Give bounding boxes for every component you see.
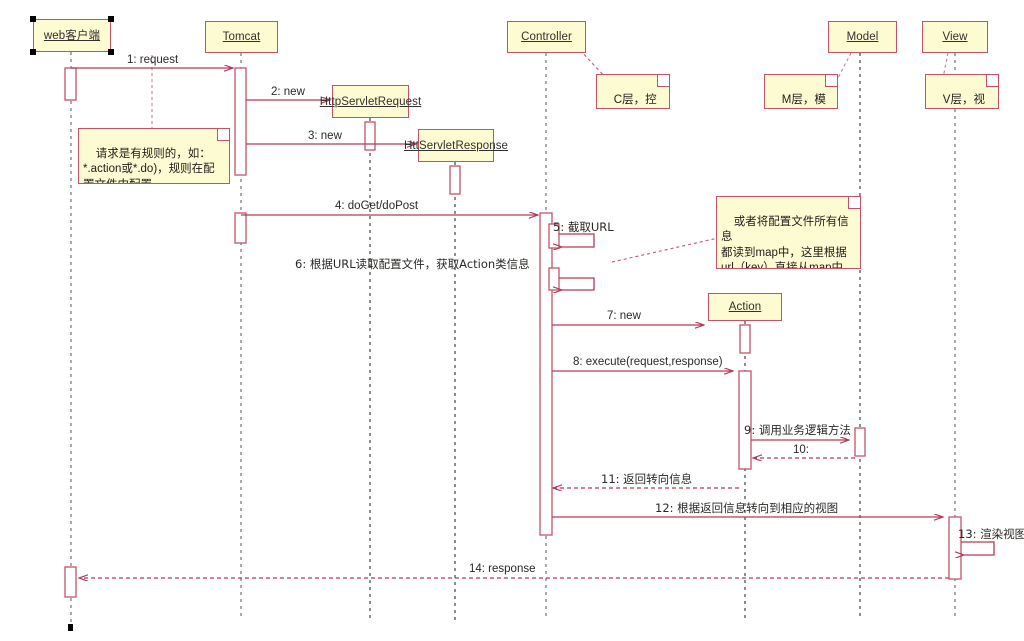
activation-action-2	[738, 370, 752, 470]
activation-client-1	[64, 67, 77, 101]
activation-response-1	[449, 165, 461, 195]
lifeline-head-response[interactable]: HttServletResponse	[404, 129, 508, 162]
message-label-2: 2: new	[271, 86, 305, 98]
lifeline-label-response: HttServletResponse	[403, 139, 509, 152]
message-label-6: 6: 根据URL读取配置文件，获取Action类信息	[295, 257, 530, 271]
message-label-4: 4: doGet/doPost	[335, 200, 419, 212]
lifeline-head-tomcat[interactable]: Tomcat	[205, 21, 278, 53]
message-label-7: 7: new	[607, 310, 641, 322]
note-controller-layer-text: C层，控制 层	[613, 93, 657, 106]
selection-handle-ne[interactable]	[108, 16, 114, 22]
arrow-13-self	[961, 541, 995, 555]
note-model-layer: M层，模型 层	[764, 74, 838, 109]
message-label-11: 11: 返回转向信息	[601, 472, 693, 486]
activation-tomcat-2	[234, 212, 247, 244]
activation-request-1	[364, 121, 376, 151]
lifeline-label-action: Action	[728, 301, 762, 313]
note-map-lookup-text: 或者将配置文件所有信息 都读到map中，这里根据 url（key）直接从map中…	[721, 215, 849, 269]
note-request-rule: 请求是有规则的，如： *.action或*.do)，规则在配 置文件中配置	[78, 128, 230, 184]
diagram-vector-layer	[64, 49, 995, 628]
note-connector-map	[611, 237, 719, 263]
lifeline-label-controller: Controller	[521, 31, 572, 43]
note-view-layer: V层，视图 层	[925, 74, 999, 109]
lifeline-label-request: HttpServletRequest	[319, 95, 422, 108]
lifeline-label-view: View	[942, 31, 968, 43]
lifeline-head-model[interactable]: Model	[828, 21, 897, 53]
lifeline-label-tomcat: Tomcat	[222, 31, 261, 43]
lifeline-head-controller[interactable]: Controller	[507, 21, 586, 53]
lifeline-label-client: web客户端	[43, 29, 101, 42]
activation-client-2	[64, 566, 77, 598]
lifeline-head-request[interactable]: HttpServletRequest	[320, 85, 421, 118]
note-request-rule-text: 请求是有规则的，如： *.action或*.do)，规则在配 置文件中配置	[83, 147, 215, 184]
note-model-layer-text: M层，模型 层	[781, 93, 826, 106]
activation-action-1	[739, 324, 751, 354]
activation-controller-1	[539, 212, 553, 536]
message-label-5: 5: 截取URL	[553, 220, 614, 234]
selection-handle-se[interactable]	[108, 49, 114, 55]
lifeline-label-model: Model	[846, 31, 879, 43]
message-label-8: 8: execute(request,response)	[573, 356, 723, 368]
selection-handle-sw[interactable]	[30, 49, 36, 55]
arrow-5-self	[559, 233, 595, 247]
sequence-diagram-canvas: web客户端 Tomcat HttpServletRequest HttServ…	[0, 0, 1024, 641]
message-label-12: 12: 根据返回信息转向到相应的视图	[655, 501, 839, 515]
message-label-1: 1: request	[127, 54, 179, 66]
activation-controller-3	[548, 267, 560, 291]
message-label-3: 3: new	[308, 130, 342, 142]
selection-handle-lifeline-end[interactable]	[68, 624, 73, 631]
message-label-14: 14: response	[469, 563, 536, 575]
message-label-13: 13: 渲染视图	[958, 527, 1024, 541]
selection-handle-nw[interactable]	[30, 16, 36, 22]
note-connector-m	[837, 52, 852, 79]
lifeline-head-view[interactable]: View	[922, 21, 988, 53]
message-label-10: 10:	[793, 444, 809, 456]
note-view-layer-text: V层，视图 层	[942, 93, 985, 106]
arrow-6-self	[559, 277, 595, 290]
lifeline-head-client[interactable]: web客户端	[33, 19, 111, 52]
note-controller-layer: C层，控制 层	[596, 74, 670, 109]
note-map-lookup: 或者将配置文件所有信息 都读到map中，这里根据 url（key）直接从map中…	[716, 196, 861, 269]
lifeline-head-action[interactable]: Action	[708, 293, 782, 321]
activation-model-1	[854, 427, 866, 457]
message-label-9: 9: 调用业务逻辑方法	[744, 423, 851, 437]
activation-tomcat-1	[234, 67, 247, 176]
